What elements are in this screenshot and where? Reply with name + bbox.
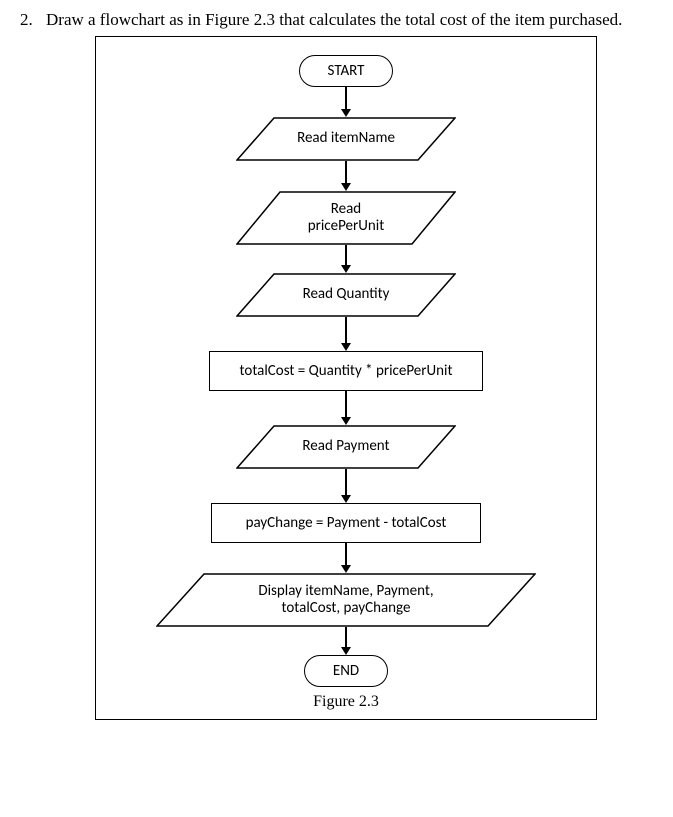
arrow-icon <box>341 317 351 351</box>
arrow-icon <box>341 543 351 573</box>
io-label-line: pricePerUnit <box>308 218 384 235</box>
arrow-icon <box>341 245 351 273</box>
process-paychange: payChange = Payment - totalCost <box>211 503 481 543</box>
io-display: Display itemName, Payment, totalCost, pa… <box>156 573 536 627</box>
io-label: Read Payment <box>236 425 456 469</box>
figure-caption: Figure 2.3 <box>313 693 379 711</box>
arrow-icon <box>341 87 351 117</box>
question-number: 2. <box>20 10 36 30</box>
io-read-quantity: Read Quantity <box>236 273 456 317</box>
io-label: Read pricePerUnit <box>236 191 456 245</box>
terminator-end: END <box>304 655 388 687</box>
arrow-icon <box>341 161 351 191</box>
arrow-icon <box>341 391 351 425</box>
arrow-icon <box>341 627 351 655</box>
process-totalcost: totalCost = Quantity * pricePerUnit <box>209 351 483 391</box>
question-row: 2. Draw a flowchart as in Figure 2.3 tha… <box>20 10 653 30</box>
io-label-line: Display itemName, Payment, <box>258 583 433 600</box>
io-label-line: totalCost, payChange <box>258 600 433 617</box>
io-label-line: Read <box>308 201 384 218</box>
flowchart-frame: START Read itemName Read pricePerUnit Re… <box>95 36 597 720</box>
question-text: Draw a flowchart as in Figure 2.3 that c… <box>46 10 622 30</box>
io-label: Display itemName, Payment, totalCost, pa… <box>156 573 536 627</box>
io-read-payment: Read Payment <box>236 425 456 469</box>
io-read-itemname: Read itemName <box>236 117 456 161</box>
io-label: Read Quantity <box>236 273 456 317</box>
flowchart: START Read itemName Read pricePerUnit Re… <box>96 55 596 711</box>
arrow-icon <box>341 469 351 503</box>
io-read-priceperunit: Read pricePerUnit <box>236 191 456 245</box>
terminator-start: START <box>299 55 394 87</box>
io-label: Read itemName <box>236 117 456 161</box>
